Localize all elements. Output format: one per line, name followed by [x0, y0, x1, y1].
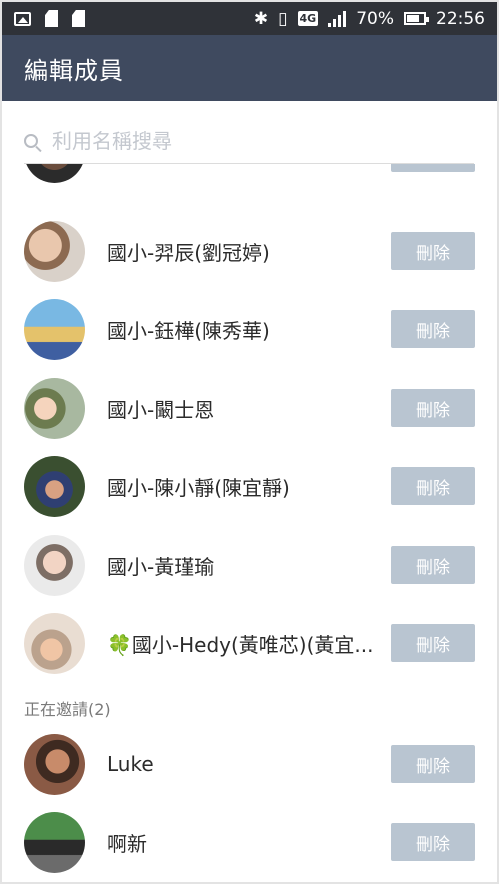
sd-card-icon: [72, 10, 85, 27]
member-name: 國小-鈺樺(陳秀華): [107, 318, 270, 343]
member-name: Luke: [107, 752, 154, 776]
app-bar: 編輯成員: [2, 35, 497, 101]
avatar: [24, 377, 85, 439]
search-icon: [24, 133, 38, 148]
bluetooth-icon: ✱: [253, 8, 269, 29]
status-left-icons: [14, 10, 85, 27]
member-name: 國小-黃瑾瑜: [107, 554, 215, 579]
delete-button[interactable]: 刪除: [391, 310, 475, 348]
vibrate-icon: ▯: [278, 8, 288, 29]
delete-button[interactable]: 刪除: [391, 745, 475, 783]
delete-button[interactable]: 刪除: [391, 389, 475, 427]
page-title: 編輯成員: [24, 56, 124, 85]
avatar: [24, 164, 85, 183]
status-right: ✱ ▯ 4G 70% 22:56: [254, 9, 485, 29]
network-type: 4G: [297, 11, 319, 26]
search-bar[interactable]: [24, 118, 474, 164]
list-item: 國小-鈺樺(陳秀華) 刪除: [2, 290, 497, 368]
member-name: 國小-羿辰(劉冠婷): [107, 240, 270, 265]
screen: ✱ ▯ 4G 70% 22:56 編輯成員 國小-羿辰(劉冠婷) 刪除: [0, 0, 499, 884]
delete-button[interactable]: 刪除: [391, 624, 475, 662]
delete-button[interactable]: 刪除: [391, 232, 475, 270]
list-item: 國小-陳小靜(陳宜靜) 刪除: [2, 447, 497, 525]
avatar: [24, 612, 85, 674]
member-name: 國小-闞士恩: [107, 397, 215, 422]
member-list[interactable]: 國小-羿辰(劉冠婷) 刪除 國小-鈺樺(陳秀華) 刪除 國小-闞士恩 刪除 國小…: [2, 164, 497, 882]
signal-icon: [328, 10, 347, 27]
member-name: 國小-陳小靜(陳宜靜): [107, 475, 290, 500]
list-item: 國小-闞士恩 刪除: [2, 369, 497, 447]
clock: 22:56: [436, 8, 485, 29]
delete-button[interactable]: 刪除: [391, 467, 475, 505]
avatar: [24, 298, 85, 360]
list-item: 國小-羿辰(劉冠婷) 刪除: [2, 212, 497, 290]
member-name: 🍀國小-Hedy(黃唯芯)(黃宜...: [107, 632, 374, 657]
list-item: 🍀國小-Hedy(黃唯芯)(黃宜... 刪除: [2, 604, 497, 682]
battery-icon: [404, 12, 429, 25]
inviting-section-header: 正在邀請(2): [24, 700, 111, 719]
delete-button[interactable]: 刪除: [391, 823, 475, 861]
avatar: [24, 455, 85, 517]
member-name: 啊新: [107, 831, 147, 856]
avatar: [24, 811, 85, 873]
avatar: [24, 220, 85, 282]
list-item: [2, 164, 497, 192]
search-input[interactable]: [52, 128, 432, 153]
status-bar: ✱ ▯ 4G 70% 22:56: [2, 2, 497, 35]
list-item: 國小-黃瑾瑜 刪除: [2, 526, 497, 604]
list-item: Luke 刪除: [2, 725, 497, 803]
delete-button[interactable]: [391, 164, 475, 172]
delete-button[interactable]: 刪除: [391, 546, 475, 584]
battery-percent: 70%: [356, 8, 394, 29]
sd-card-icon: [45, 10, 58, 27]
avatar: [24, 534, 85, 596]
image-icon: [14, 11, 31, 26]
avatar: [24, 733, 85, 795]
list-item: 啊新 刪除: [2, 803, 497, 881]
